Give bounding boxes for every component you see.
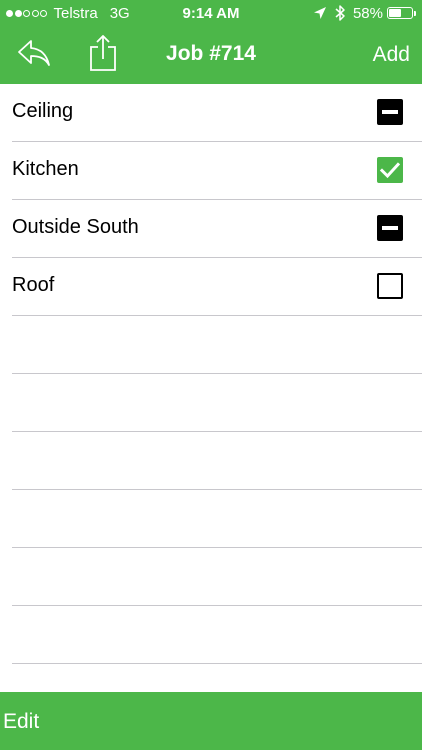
empty-row	[12, 606, 422, 664]
item-checkbox[interactable]	[377, 99, 403, 125]
battery-percent: 58%	[352, 4, 383, 22]
empty-row	[12, 548, 422, 606]
battery-fill	[389, 9, 401, 17]
list-item-label: Outside South	[12, 216, 139, 238]
checkmark-icon	[379, 162, 401, 179]
edit-button[interactable]: Edit	[3, 710, 39, 734]
list-item[interactable]: Ceiling	[12, 84, 422, 142]
page-title: Job #714	[166, 42, 256, 65]
bluetooth-icon	[335, 5, 345, 21]
list-item-label: Kitchen	[12, 158, 79, 180]
empty-row	[12, 490, 422, 548]
job-item-list: Ceiling Kitchen Outside South Roof	[0, 84, 422, 664]
status-bar: Telstra 3G 9:14 AM 58%	[0, 0, 422, 27]
empty-row	[12, 374, 422, 432]
item-checkbox[interactable]	[377, 273, 403, 299]
list-item[interactable]: Kitchen	[12, 142, 422, 200]
list-item-label: Roof	[12, 274, 55, 296]
empty-row	[12, 316, 422, 374]
bottom-toolbar: Edit	[0, 692, 422, 750]
battery-icon	[387, 7, 413, 19]
item-checkbox[interactable]	[377, 157, 403, 183]
nav-bar: Job #714 Add	[0, 27, 422, 84]
location-arrow-icon	[313, 7, 326, 19]
list-item[interactable]: Roof	[12, 258, 422, 316]
list-item[interactable]: Outside South	[12, 200, 422, 258]
empty-row	[12, 432, 422, 490]
status-right: 58%	[313, 4, 416, 22]
add-button[interactable]: Add	[373, 43, 410, 67]
item-checkbox[interactable]	[377, 215, 403, 241]
screen: Telstra 3G 9:14 AM 58% Job #714 Add Ceil…	[0, 0, 422, 750]
battery-nub	[414, 10, 416, 16]
list-item-label: Ceiling	[12, 100, 74, 122]
